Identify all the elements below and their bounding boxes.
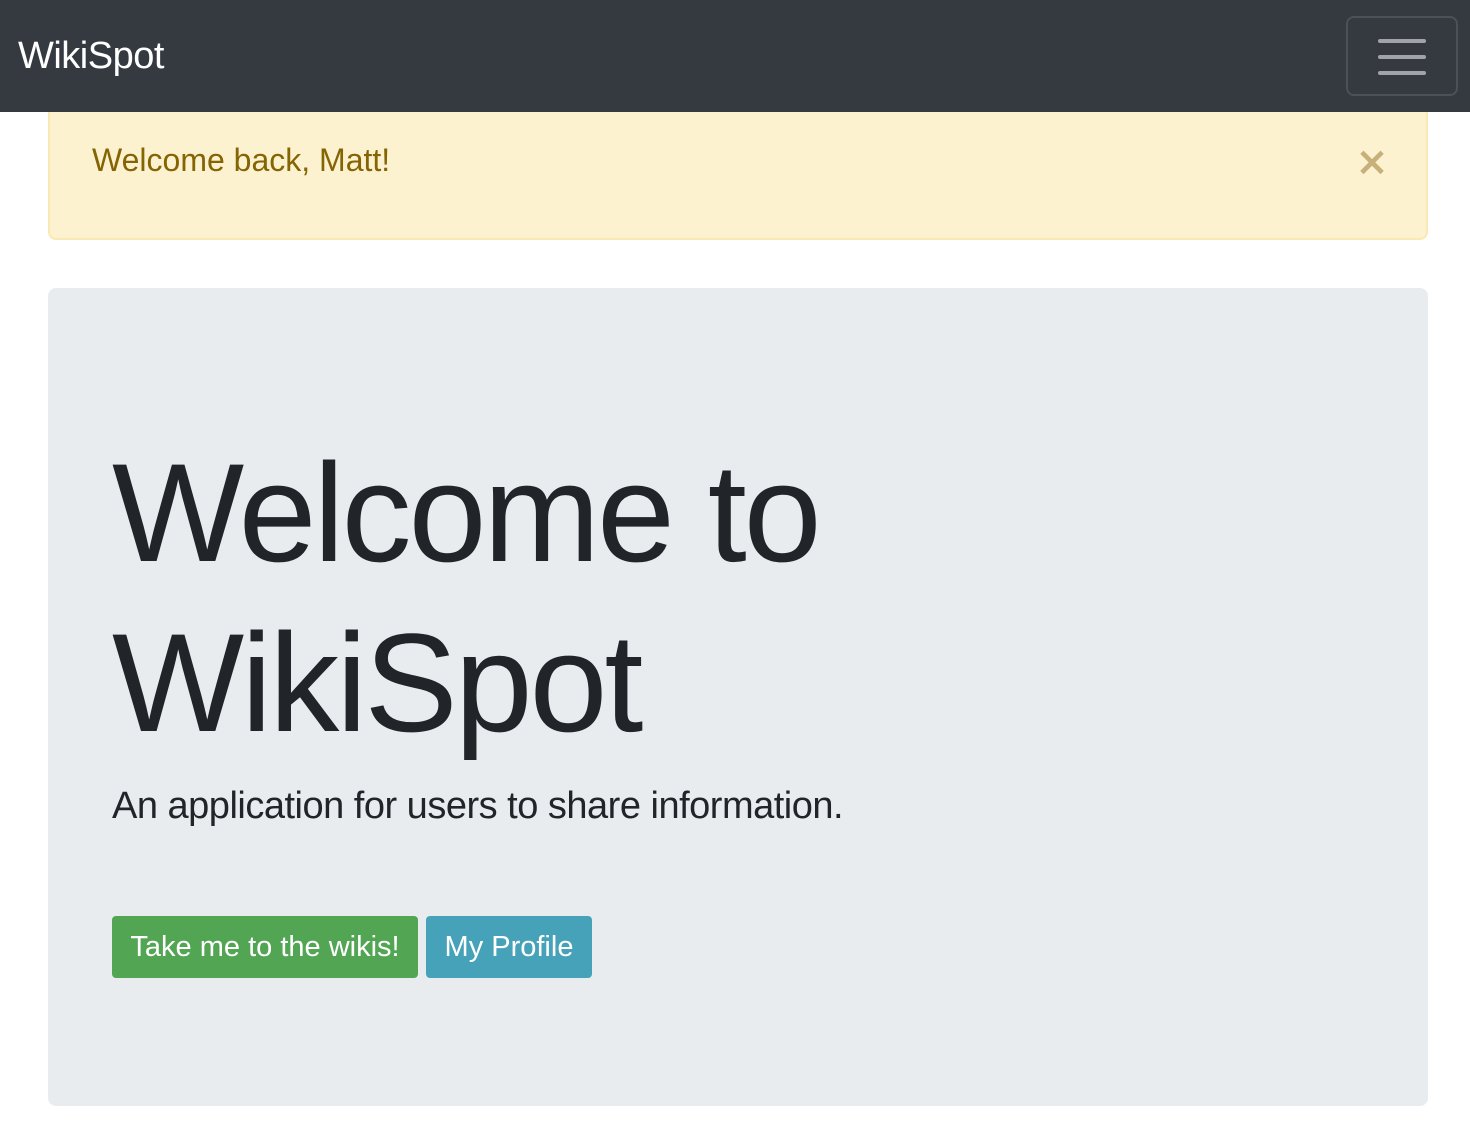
hamburger-bar xyxy=(1378,39,1426,43)
alert-message: Welcome back, Matt! xyxy=(92,142,391,178)
jumbotron: Welcome to WikiSpot An application for u… xyxy=(48,288,1428,1106)
my-profile-button[interactable]: My Profile xyxy=(426,916,592,978)
lead-text: An application for users to share inform… xyxy=(112,785,844,827)
page-title: Welcome to WikiSpot xyxy=(112,434,822,761)
wikis-button[interactable]: Take me to the wikis! xyxy=(112,916,418,978)
navbar-brand[interactable]: WikiSpot xyxy=(18,30,164,82)
hamburger-bar xyxy=(1378,71,1426,75)
hamburger-bar xyxy=(1378,55,1426,59)
navbar: WikiSpot xyxy=(0,0,1470,112)
navbar-toggler-button[interactable] xyxy=(1346,16,1458,96)
close-icon: × xyxy=(1355,139,1389,185)
welcome-alert: Welcome back, Matt! × xyxy=(48,112,1428,240)
alert-close-button[interactable]: × xyxy=(1350,140,1394,184)
